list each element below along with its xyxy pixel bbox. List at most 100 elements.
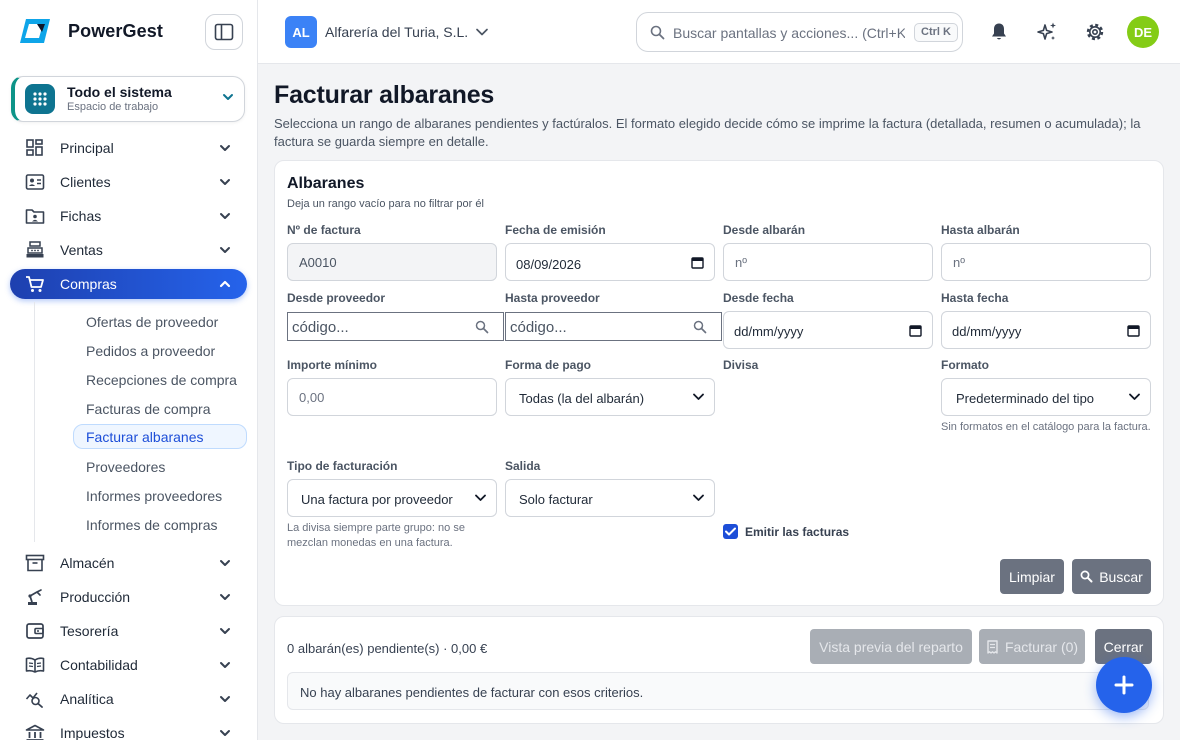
robot-arm-icon xyxy=(28,589,42,605)
format-help-text: Sin formatos en el catálogo para la fact… xyxy=(941,421,1151,433)
sidebar-subitem-facturar-albaranes[interactable]: Facturar albaranes xyxy=(73,424,247,449)
invoice-number-field: A0010 xyxy=(287,243,497,281)
bank-icon xyxy=(25,724,45,740)
notifications-button[interactable] xyxy=(987,20,1011,44)
chevron-down-icon xyxy=(220,247,230,253)
from-date-label: Desde fecha xyxy=(723,291,794,305)
to-supplier-input[interactable]: código... xyxy=(505,312,722,341)
card-title: Albaranes xyxy=(287,175,365,192)
sidebar-item-fichas[interactable]: Fichas xyxy=(10,201,247,231)
sidebar-subitem-label: Informes proveedores xyxy=(86,488,223,504)
topbar: AL Alfarería del Turia, S.L. Ctrl K DE xyxy=(258,0,1180,64)
company-name[interactable]: Alfarería del Turia, S.L. xyxy=(325,24,468,40)
sidebar-item-label: Contabilidad xyxy=(60,657,138,673)
to-date-label: Hasta fecha xyxy=(941,291,1009,305)
sidebar-subitem-label: Facturas de compra xyxy=(86,401,211,417)
search-input[interactable] xyxy=(673,23,905,43)
sidebar-subitem-informes-proveedores[interactable]: Informes proveedores xyxy=(73,483,247,508)
workspace-title: Todo el sistema xyxy=(67,84,172,100)
chevron-down-icon xyxy=(220,662,230,668)
sidebar-item-clientes[interactable]: Clientes xyxy=(10,167,247,197)
sidebar-subitem-label: Ofertas de proveedor xyxy=(86,314,219,330)
to-supplier-label: Hasta proveedor xyxy=(505,291,600,305)
billing-type-select[interactable]: Una factura por proveedor xyxy=(287,479,497,517)
sidebar-item-ventas[interactable]: Ventas xyxy=(10,235,247,265)
sidebar-subitem-label: Recepciones de compra xyxy=(86,372,237,388)
issue-date-field[interactable]: 08/09/2026 xyxy=(505,243,715,281)
search-button-label: Buscar xyxy=(1099,568,1143,585)
sidebar-subitem-proveedores[interactable]: Proveedores xyxy=(73,454,247,479)
checkmark-icon xyxy=(725,527,736,536)
search-icon[interactable] xyxy=(475,320,489,334)
sidebar: PowerGest Todo el sistema Espacio de tra… xyxy=(0,0,258,740)
sidebar-item-produccion[interactable]: Producción xyxy=(10,582,247,612)
to-date-field[interactable]: dd/mm/yyyy xyxy=(941,311,1151,349)
payment-method-select[interactable]: Todas (la del albarán) xyxy=(505,378,715,416)
settings-button[interactable] xyxy=(1083,20,1107,44)
emit-invoices-checkbox[interactable] xyxy=(723,524,738,539)
sidebar-subitem-pedidos-a-proveedor[interactable]: Pedidos a proveedor xyxy=(73,338,247,363)
sidebar-item-contabilidad[interactable]: Contabilidad xyxy=(10,650,247,680)
format-select[interactable]: Predeterminado del tipo xyxy=(941,378,1151,416)
sidebar-subitem-label: Pedidos a proveedor xyxy=(86,343,216,359)
chevron-down-icon xyxy=(220,213,230,219)
ai-assistant-button[interactable] xyxy=(1035,20,1059,44)
chevron-down-icon[interactable] xyxy=(475,25,489,39)
from-delivery-input[interactable] xyxy=(723,243,933,281)
user-avatar[interactable]: DE xyxy=(1127,16,1159,48)
brand: PowerGest xyxy=(0,0,257,64)
sidebar-subitem-label: Informes de compras xyxy=(86,517,218,533)
from-delivery-label: Desde albarán xyxy=(723,223,806,237)
preview-distribution-button[interactable]: Vista previa del reparto xyxy=(810,629,972,664)
contact-card-icon xyxy=(25,174,45,190)
collapse-sidebar-button[interactable] xyxy=(205,14,243,50)
albaranes-filter-card: Albaranes Deja un rango vacío para no fi… xyxy=(274,160,1164,606)
to-delivery-input[interactable] xyxy=(941,243,1151,281)
sidebar-item-label: Almacén xyxy=(60,555,115,571)
sidebar-item-tesoreria[interactable]: Tesorería xyxy=(10,616,247,646)
invoice-button[interactable]: Facturar (0) xyxy=(979,629,1085,664)
book-open-icon xyxy=(25,657,45,673)
billing-type-help-text: La divisa siempre parte grupo: no se mez… xyxy=(287,522,465,549)
sidebar-subitem-recepciones-de-compra[interactable]: Recepciones de compra xyxy=(73,367,247,392)
add-fab-button[interactable] xyxy=(1096,657,1152,713)
from-supplier-input[interactable]: código... xyxy=(287,312,504,341)
sidebar-item-label: Tesorería xyxy=(60,623,119,639)
emit-invoices-label[interactable]: Emitir las facturas xyxy=(745,525,849,539)
sidebar-item-almacen[interactable]: Almacén xyxy=(10,548,247,578)
wallet-icon xyxy=(26,623,44,639)
billing-type-label: Tipo de facturación xyxy=(287,459,398,473)
sidebar-subitem-facturas-de-compra[interactable]: Facturas de compra xyxy=(73,396,247,421)
chevron-down-icon xyxy=(220,179,230,185)
chevron-down-icon xyxy=(220,696,230,702)
from-date-field[interactable]: dd/mm/yyyy xyxy=(723,311,933,349)
chevron-down-icon xyxy=(220,145,230,151)
sidebar-item-label: Producción xyxy=(60,589,131,605)
pending-summary: 0 albarán(es) pendiente(s) · 0,00 € xyxy=(287,641,488,656)
sidebar-item-label: Fichas xyxy=(60,208,102,224)
sidebar-subitem-informes-de-compras[interactable]: Informes de compras xyxy=(73,512,247,537)
search-icon[interactable] xyxy=(693,320,707,334)
chevron-down-icon xyxy=(220,594,230,600)
global-search[interactable]: Ctrl K xyxy=(636,12,963,52)
payment-method-label: Forma de pago xyxy=(505,358,592,372)
sidebar-toggle-icon xyxy=(214,23,234,41)
sidebar-item-principal[interactable]: Principal xyxy=(10,133,247,163)
search-button[interactable]: Buscar xyxy=(1072,559,1151,594)
chevron-down-icon xyxy=(223,94,233,100)
from-supplier-label: Desde proveedor xyxy=(287,291,386,305)
min-amount-input[interactable] xyxy=(287,378,497,416)
format-label: Formato xyxy=(941,358,989,372)
sparkles-icon xyxy=(1037,22,1056,40)
calendar-icon xyxy=(909,325,922,337)
shopping-cart-icon xyxy=(26,276,44,292)
sidebar-item-analitica[interactable]: Analítica xyxy=(10,684,247,714)
chevron-down-icon xyxy=(220,628,230,634)
workspace-selector[interactable]: Todo el sistema Espacio de trabajo xyxy=(11,76,245,122)
sidebar-item-impuestos[interactable]: Impuestos xyxy=(10,718,247,740)
clear-button[interactable]: Limpiar xyxy=(1000,559,1064,594)
output-select[interactable]: Solo facturar xyxy=(505,479,715,517)
sidebar-item-compras[interactable]: Compras xyxy=(10,269,247,299)
sidebar-subitem-ofertas-de-proveedor[interactable]: Ofertas de proveedor xyxy=(73,309,247,334)
company-avatar[interactable]: AL xyxy=(285,16,317,48)
